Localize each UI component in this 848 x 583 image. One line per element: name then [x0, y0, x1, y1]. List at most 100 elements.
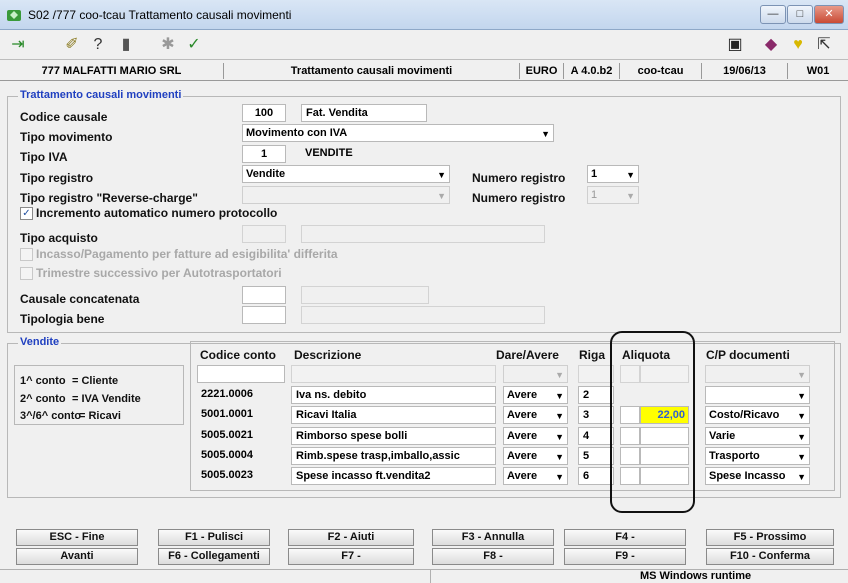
lightbulb-icon[interactable]: ♥	[788, 35, 808, 55]
table-row-2-cp[interactable]: ▼	[705, 386, 810, 404]
incremento-label: Incremento automatico numero protocollo	[36, 206, 278, 220]
f6-collegamenti-button[interactable]: F6 - Collegamenti	[158, 548, 270, 565]
table-row-3-descrizione: Ricavi Italia	[291, 406, 496, 424]
chevron-down-icon: ▼	[555, 370, 564, 380]
whats-this-icon[interactable]: ⇱	[814, 35, 834, 55]
table-row-5-cp[interactable]: Trasporto ▼	[705, 447, 810, 465]
minimize-button[interactable]: —	[760, 5, 786, 24]
table-row-1-dare-avere[interactable]: ▼	[503, 365, 568, 383]
chevron-down-icon: ▼	[437, 191, 446, 201]
col-header-cp: C/P documenti	[706, 348, 790, 362]
table-row-1-codice[interactable]	[197, 365, 285, 383]
program-name: Trattamento causali movimenti	[224, 63, 520, 79]
causale-concatenata-field[interactable]	[242, 286, 286, 304]
tipo-registro-value: Vendite	[246, 168, 286, 180]
table-row-2-dare-avere[interactable]: Avere ▼	[503, 386, 568, 404]
legend-key-3: 3^/6^ conto	[20, 410, 82, 422]
confirm-check-icon[interactable]: ✓	[184, 35, 204, 55]
tipo-registro-select[interactable]: Vendite ▼	[242, 165, 450, 183]
gear-icon[interactable]: ✱	[158, 35, 178, 55]
chevron-down-icon: ▼	[555, 432, 564, 442]
maximize-button[interactable]: □	[787, 5, 813, 24]
table-row-3-cp[interactable]: Costo/Ricavo ▼	[705, 406, 810, 424]
numero-registro2-label: Numero registro	[472, 191, 566, 205]
f7-button[interactable]: F7 -	[288, 548, 414, 565]
table-row-6-descrizione: Spese incasso ft.vendita2	[291, 467, 496, 485]
f9-button[interactable]: F9 -	[564, 548, 686, 565]
table-row-3-riga[interactable]: 3	[578, 406, 614, 424]
legend-key-2: 2^ conto	[20, 393, 66, 405]
module-code: coo-tcau	[620, 63, 702, 79]
numero-registro2-value: 1	[591, 189, 598, 201]
table-row-4-dare-avere[interactable]: Avere ▼	[503, 427, 568, 445]
title-bar: S02 /777 coo-tcau Trattamento causali mo…	[0, 0, 848, 30]
close-button[interactable]: ✕	[814, 5, 844, 24]
f2-aiuti-button[interactable]: F2 - Aiuti	[288, 529, 414, 546]
table-row-6-cp[interactable]: Spese Incasso ▼	[705, 467, 810, 485]
chevron-down-icon: ▼	[555, 472, 564, 482]
table-row-6-codice[interactable]: 5005.0023	[197, 467, 285, 485]
table-row-5-dare-avere[interactable]: Avere ▼	[503, 447, 568, 465]
f10-conferma-button[interactable]: F10 - Conferma	[706, 548, 834, 565]
f4-button[interactable]: F4 -	[564, 529, 686, 546]
exit-door-icon[interactable]: ⇥	[8, 35, 28, 55]
table-row-3-dare-avere[interactable]: Avere ▼	[503, 406, 568, 424]
chevron-down-icon: ▼	[555, 411, 564, 421]
legend-val-1: = Cliente	[72, 375, 119, 387]
causale-concatenata-label: Causale concatenata	[20, 292, 140, 306]
col-header-dare-avere: Dare/Avere	[496, 348, 559, 362]
book-icon[interactable]: ◆	[761, 35, 781, 55]
table-row-5-codice[interactable]: 5005.0004	[197, 447, 285, 465]
chevron-down-icon: ▼	[797, 370, 806, 380]
table-row-2-descrizione: Iva ns. debito	[291, 386, 496, 404]
company-name: 777 MALFATTI MARIO SRL	[0, 63, 224, 79]
help-icon[interactable]: ?	[88, 35, 108, 55]
tipo-acquisto-field[interactable]	[242, 225, 286, 243]
tipologia-bene-desc	[301, 306, 545, 324]
table-row-6-riga[interactable]: 6	[578, 467, 614, 485]
chevron-down-icon: ▼	[555, 391, 564, 401]
numero-registro2-select[interactable]: 1 ▼	[587, 186, 639, 204]
reverse-charge-select[interactable]: ▼	[242, 186, 450, 204]
numero-registro-select[interactable]: 1 ▼	[587, 165, 639, 183]
table-row-2-codice[interactable]: 2221.0006	[197, 386, 285, 404]
table-row-3-cp-value: Costo/Ricavo	[709, 409, 780, 421]
trimestre-checkbox[interactable]	[20, 267, 33, 280]
f5-prossimo-button[interactable]: F5 - Prossimo	[706, 529, 834, 546]
f8-button[interactable]: F8 -	[432, 548, 554, 565]
tipo-movimento-label: Tipo movimento	[20, 130, 113, 144]
legend-val-2: = IVA Vendite	[72, 393, 141, 405]
f1-pulisci-button[interactable]: F1 - Pulisci	[158, 529, 270, 546]
table-row-2-dare-avere-value: Avere	[507, 389, 538, 401]
info-bar: 777 MALFATTI MARIO SRL Trattamento causa…	[0, 61, 848, 81]
status-divider	[430, 570, 431, 583]
table-row-1-descrizione	[291, 365, 496, 383]
table-row-4-riga[interactable]: 4	[578, 427, 614, 445]
tipologia-bene-label: Tipologia bene	[20, 312, 105, 326]
tipologia-bene-field[interactable]	[242, 306, 286, 324]
tipo-movimento-select[interactable]: Movimento con IVA ▼	[242, 124, 554, 142]
tipo-iva-field[interactable]: 1	[242, 145, 286, 163]
table-row-5-descrizione: Rimb.spese trasp,imballo,assic	[291, 447, 496, 465]
console-icon[interactable]: ▣	[725, 35, 745, 55]
avanti-button[interactable]: Avanti	[16, 548, 138, 565]
esc-fine-button[interactable]: ESC - Fine	[16, 529, 138, 546]
incasso-checkbox[interactable]	[20, 248, 33, 261]
table-row-4-cp[interactable]: Varie ▼	[705, 427, 810, 445]
table-row-6-dare-avere[interactable]: Avere ▼	[503, 467, 568, 485]
table-row-1-cp[interactable]: ▼	[705, 365, 810, 383]
legend-key-1: 1^ conto	[20, 375, 66, 387]
runtime-label: MS Windows runtime	[640, 570, 752, 582]
f3-annulla-button[interactable]: F3 - Annulla	[432, 529, 554, 546]
app-icon	[7, 10, 21, 21]
table-row-5-riga[interactable]: 5	[578, 447, 614, 465]
clean-brush-icon[interactable]: ✐	[62, 35, 82, 55]
delete-bin-icon[interactable]: ▮	[116, 35, 136, 55]
table-row-2-riga[interactable]: 2	[578, 386, 614, 404]
reverse-charge-label: Tipo registro "Reverse-charge"	[20, 191, 198, 205]
table-row-3-codice[interactable]: 5001.0001	[197, 406, 285, 424]
incremento-checkbox[interactable]: ✓	[20, 207, 33, 220]
window-title: S02 /777 coo-tcau Trattamento causali mo…	[28, 8, 292, 22]
table-row-4-codice[interactable]: 5005.0021	[197, 427, 285, 445]
codice-causale-field[interactable]: 100	[242, 104, 286, 122]
